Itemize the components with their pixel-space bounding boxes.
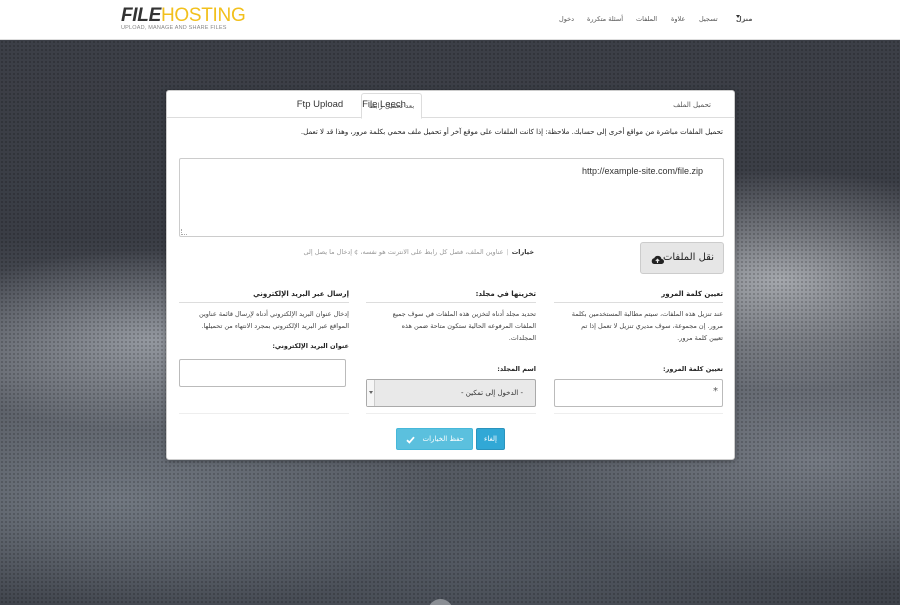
email-desc-line: إدخال عنوان البريد الإلكتروني أدناه لإرس… — [199, 310, 349, 318]
password-description: عند تنزيل هذه الملفات، سيتم مطالبة المست… — [554, 308, 723, 344]
password-desc-line: عند تنزيل هذه الملفات، سيتم مطالبة المست… — [571, 310, 723, 318]
folder-title: تخزينها في مجلد: — [475, 290, 536, 298]
email-description: إدخال عنوان البريد الإلكتروني أدناه لإرس… — [179, 308, 349, 332]
nav-files[interactable]: الملفات — [636, 15, 657, 23]
options-label: خيارات — [511, 248, 534, 256]
folder-divider — [366, 302, 536, 303]
options-separator: | — [506, 248, 509, 256]
folder-select[interactable]: - الدخول إلى تمكين - — [366, 379, 536, 407]
password-section: تعيين كلمة المرور عند تنزيل هذه الملفات،… — [554, 288, 723, 414]
folder-description: تحديد مجلد أدناه لتخزين هذه الملفات في س… — [370, 308, 536, 344]
folder-desc-line: تحديد مجلد أدناه لتخزين هذه الملفات في س… — [392, 310, 536, 318]
email-input[interactable] — [179, 359, 346, 387]
folder-desc-line: المجلدات. — [508, 334, 536, 342]
folder-bottom-rule — [366, 413, 536, 414]
cloud-upload-icon — [651, 255, 664, 264]
save-options-label: حفظ الخيارات — [422, 435, 465, 443]
nav-pricing[interactable]: علاوة — [671, 15, 685, 23]
password-desc-line: مرور. إن مجموعة، سوف مديري تنزيل لا تعمل… — [581, 322, 723, 330]
email-bottom-rule — [179, 413, 349, 414]
password-title: تعيين كلمة المرور — [661, 290, 723, 298]
nav-faq[interactable]: أسئلة متكررة — [587, 15, 623, 23]
options-line: خيارات|عناوين الملف، فصل كل رابط على الا… — [303, 248, 534, 256]
select-arrow-icon — [367, 380, 375, 406]
main-nav: منزل تسجيل علاوة الملفات أسئلة متكررة دخ… — [0, 15, 900, 27]
tab-ftp-upload[interactable]: Ftp Upload — [287, 93, 353, 118]
folder-desc-line: الملفات المرفوعه الحالية ستكون متاحة ضمن… — [401, 322, 536, 330]
password-field-label: تعيين كلمة المرور: — [663, 365, 723, 373]
upload-tabs: تحميل الملف بعد تحميل رابط Ftp Upload Fi… — [167, 91, 734, 119]
password-bottom-rule — [554, 413, 723, 414]
email-section: إرسال عبر البريد الإلكتروني إدخال عنوان … — [179, 288, 349, 414]
url-value: http://example-site.com/file.zip — [581, 166, 703, 176]
folder-field-label: اسم المجلد: — [497, 365, 536, 373]
password-value: * — [713, 386, 718, 397]
nav-register[interactable]: تسجيل — [699, 15, 718, 23]
checkmark-icon — [406, 436, 415, 444]
email-divider — [179, 302, 349, 303]
email-desc-line: المواقع عبر البريد الإلكتروني بمجرد الان… — [201, 322, 349, 330]
cancel-label: إلغاء — [484, 435, 497, 443]
cancel-button[interactable]: إلغاء — [476, 428, 505, 450]
top-navbar: FILEHOSTING UPLOAD, MANAGE AND SHARE FIL… — [0, 0, 900, 40]
password-input[interactable]: * — [554, 379, 723, 407]
tab-file-leech[interactable]: File Leech — [355, 93, 413, 118]
email-field-label: عنوان البريد الإلكتروني: — [272, 342, 349, 350]
nav-login[interactable]: دخول — [559, 15, 574, 23]
upload-panel: تحميل الملف بعد تحميل رابط Ftp Upload Fi… — [166, 90, 735, 460]
intro-text: تحميل الملفات مباشرة من مواقع أخرى إلى ح… — [300, 128, 723, 136]
transfer-files-label: نقل الملفات — [662, 252, 714, 263]
folder-section: تخزينها في مجلد: تحديد مجلد أدناه لتخزين… — [366, 288, 536, 414]
transfer-files-button[interactable]: نقل الملفات — [640, 242, 724, 274]
password-desc-line: تعيين كلمة مرور. — [677, 334, 723, 342]
email-title: إرسال عبر البريد الإلكتروني — [253, 290, 349, 298]
tab-upload-file[interactable]: تحميل الملف — [652, 93, 732, 118]
save-options-button[interactable]: حفظ الخيارات — [396, 428, 473, 450]
resize-grip-icon[interactable] — [181, 229, 187, 235]
scroll-down-button[interactable] — [428, 599, 453, 605]
password-divider — [554, 302, 723, 303]
folder-select-value: - الدخول إلى تمكين - — [461, 389, 523, 397]
url-textarea[interactable]: http://example-site.com/file.zip — [179, 158, 724, 237]
nav-home-label: منزل — [736, 15, 753, 23]
options-hint: عناوين الملف، فصل كل رابط على الانترنت ه… — [303, 248, 504, 256]
